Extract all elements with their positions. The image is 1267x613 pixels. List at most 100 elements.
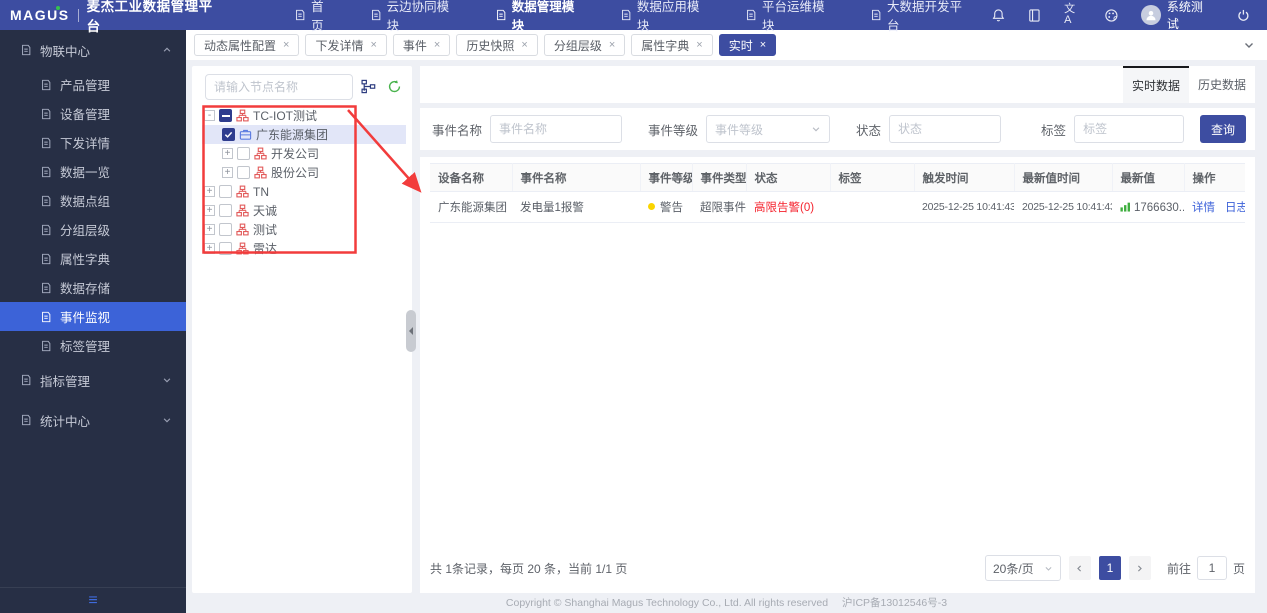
- chevron-down-icon[interactable]: [1243, 39, 1255, 51]
- menu-item-bigdata-platform[interactable]: 大数据开发平台: [853, 0, 990, 33]
- menu-item-cloud-edge[interactable]: 云边协同模块: [353, 0, 478, 33]
- checkbox-unchecked[interactable]: [219, 223, 232, 236]
- sidebar-collapse-button[interactable]: [0, 587, 186, 613]
- tree-node[interactable]: TC-IOT测试: [202, 106, 406, 125]
- sidebar-item-data-point-group[interactable]: 数据点组: [0, 186, 186, 215]
- bell-icon[interactable]: [991, 8, 1006, 23]
- sidebar-item-device-management[interactable]: 设备管理: [0, 99, 186, 128]
- tab-realtime[interactable]: 实时: [718, 34, 777, 56]
- org-icon: [236, 109, 249, 122]
- tree-node[interactable]: 股份公司: [202, 163, 406, 182]
- theme-icon[interactable]: [1104, 8, 1119, 23]
- org-icon: [254, 166, 267, 179]
- close-icon[interactable]: [370, 40, 376, 51]
- tab-group-hierarchy[interactable]: 分组层级: [543, 34, 626, 56]
- close-icon[interactable]: [696, 40, 702, 51]
- checkbox-unchecked[interactable]: [219, 185, 232, 198]
- tree-node-label: TN: [253, 184, 269, 199]
- user-menu[interactable]: 系统测试: [1141, 0, 1214, 32]
- checkbox-unchecked[interactable]: [219, 242, 232, 255]
- tab-history-snapshot[interactable]: 历史快照: [456, 34, 538, 56]
- tab-dynamic-attribute-config[interactable]: 动态属性配置: [194, 34, 300, 56]
- sidebar-item-attribute-dictionary[interactable]: 属性字典: [0, 244, 186, 273]
- status-input[interactable]: [889, 115, 1002, 143]
- sidebar-group-statistics-center[interactable]: 统计中心: [0, 400, 186, 440]
- panel-collapse-handle[interactable]: [406, 310, 416, 352]
- log-icon[interactable]: [1027, 8, 1042, 23]
- sidebar-item-group-hierarchy[interactable]: 分组层级: [0, 215, 186, 244]
- sidebar-item-data-storage[interactable]: 数据存储: [0, 273, 186, 302]
- power-icon[interactable]: [1236, 8, 1251, 23]
- event-name-label: 事件名称: [432, 123, 483, 138]
- expand-node-icon[interactable]: [204, 243, 215, 254]
- menu-label: 平台运维模块: [761, 0, 825, 33]
- menu-item-data-application[interactable]: 数据应用模块: [603, 0, 728, 33]
- log-link[interactable]: 日志: [1225, 202, 1245, 214]
- page-size-select[interactable]: 20条/页: [984, 555, 1061, 581]
- refresh-icon[interactable]: [387, 79, 402, 94]
- expand-node-icon[interactable]: [222, 148, 233, 159]
- tag-input[interactable]: [1074, 115, 1185, 143]
- tab-events[interactable]: 事件: [392, 34, 451, 56]
- goto-page-input[interactable]: [1196, 556, 1227, 580]
- detail-link[interactable]: 详情: [1192, 202, 1215, 214]
- sidebar-item-event-monitor[interactable]: 事件监视: [0, 302, 186, 331]
- sidebar-item-data-overview[interactable]: 数据一览: [0, 157, 186, 186]
- collapse-node-icon[interactable]: [204, 110, 215, 121]
- tree-node-label: TC-IOT测试: [253, 109, 317, 123]
- sidebar-item-tag-management[interactable]: 标签管理: [0, 331, 186, 360]
- sidebar-item-label: 标签管理: [60, 340, 111, 354]
- tree-node[interactable]: 测试: [202, 220, 406, 239]
- close-icon[interactable]: [609, 40, 615, 51]
- expand-node-icon[interactable]: [222, 167, 233, 178]
- close-icon[interactable]: [283, 40, 289, 51]
- expand-node-icon[interactable]: [204, 205, 215, 216]
- translate-icon[interactable]: [1064, 4, 1082, 26]
- sidebar-item-label: 事件监视: [60, 311, 111, 325]
- doc-icon: [296, 9, 305, 21]
- expand-node-icon[interactable]: [204, 186, 215, 197]
- tab-history-data[interactable]: 历史数据: [1189, 66, 1255, 103]
- tree-node[interactable]: 雷达: [202, 239, 406, 258]
- tab-realtime-data[interactable]: 实时数据: [1123, 66, 1189, 103]
- sidebar-item-label: 属性字典: [60, 253, 111, 267]
- sitemap-icon[interactable]: [361, 79, 376, 94]
- chevron-right-icon: [1138, 564, 1143, 572]
- data-mode-header: 实时数据 历史数据: [420, 66, 1255, 103]
- event-name-input[interactable]: [490, 115, 623, 143]
- select-placeholder: 事件等级: [715, 122, 764, 137]
- query-button[interactable]: 查询: [1200, 115, 1247, 143]
- menu-item-platform-ops[interactable]: 平台运维模块: [728, 0, 853, 33]
- tree-node[interactable]: 天诚: [202, 201, 406, 220]
- close-icon[interactable]: [760, 40, 766, 51]
- checkbox-unchecked[interactable]: [237, 147, 250, 160]
- node-search-input[interactable]: [205, 74, 353, 100]
- sidebar-group-indicator-management[interactable]: 指标管理: [0, 360, 186, 400]
- event-level-select[interactable]: 事件等级: [706, 115, 831, 143]
- cell-latest-value[interactable]: 1766630...: [1112, 191, 1184, 223]
- brand: MAGUS 麦杰工业数据管理平台: [0, 0, 225, 35]
- menu-item-data-management[interactable]: 数据管理模块: [478, 0, 603, 33]
- sidebar-item-dispatch-details[interactable]: 下发详情: [0, 128, 186, 157]
- tree-node-selected[interactable]: 广东能源集团: [202, 125, 406, 144]
- current-page-button[interactable]: 1: [1098, 556, 1121, 580]
- menu-item-home[interactable]: 首页: [277, 0, 353, 33]
- sidebar-group-iot-center[interactable]: 物联中心: [0, 30, 186, 70]
- checkbox-unchecked[interactable]: [219, 204, 232, 217]
- expand-node-icon[interactable]: [204, 224, 215, 235]
- tab-attribute-dictionary[interactable]: 属性字典: [631, 34, 713, 56]
- close-icon[interactable]: [521, 40, 527, 51]
- tab-dispatch-details[interactable]: 下发详情: [305, 34, 387, 56]
- checkbox-unchecked[interactable]: [237, 166, 250, 179]
- tree-node[interactable]: 开发公司: [202, 144, 406, 163]
- next-page-button[interactable]: [1128, 556, 1151, 580]
- open-tabs-bar: 动态属性配置 下发详情 事件 历史快照 分组层级 属性字典 实时: [186, 30, 1267, 60]
- table-row[interactable]: 广东能源集团 发电量1报警 警告 超限事件 高限告警(0) 2025-12-25…: [430, 191, 1245, 223]
- checkbox-checked[interactable]: [222, 128, 235, 141]
- prev-page-button[interactable]: [1068, 556, 1091, 580]
- checkbox-indeterminate[interactable]: [219, 109, 232, 122]
- close-icon[interactable]: [434, 40, 440, 51]
- goto-suffix: 页: [1232, 561, 1245, 576]
- sidebar-item-product-management[interactable]: 产品管理: [0, 70, 186, 99]
- tree-node[interactable]: TN: [202, 182, 406, 201]
